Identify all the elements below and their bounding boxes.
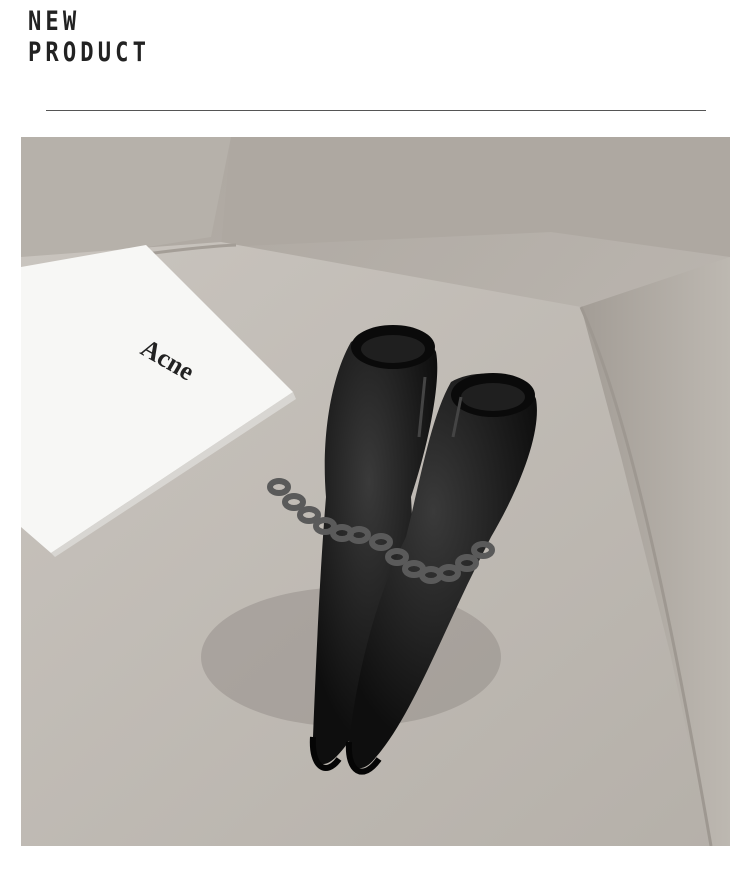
title-line-product: PRODUCT — [28, 37, 151, 68]
divider — [46, 110, 706, 111]
page-title: NEW PRODUCT — [28, 6, 150, 68]
product-photo: Acne — [21, 137, 730, 846]
title-line-new: NEW — [28, 6, 81, 37]
product-photo-illustration: Acne — [21, 137, 730, 846]
